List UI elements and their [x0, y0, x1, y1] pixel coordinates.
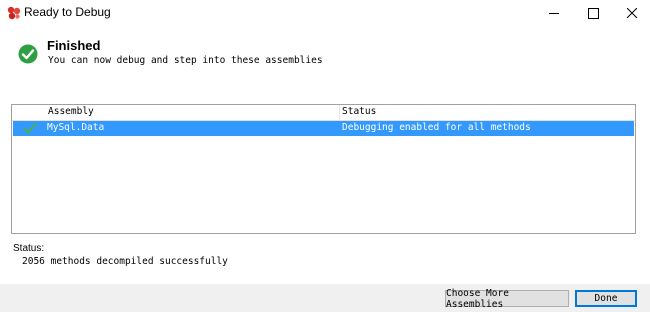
title-bar: Ready to Debug: [0, 0, 650, 26]
list-header: Assembly Status: [12, 105, 635, 121]
footer-bar: Choose More Assemblies Done: [0, 284, 650, 312]
status-text: 2056 methods decompiled successfully: [22, 256, 228, 267]
window-title: Ready to Debug: [24, 5, 111, 19]
status-label: Status:: [13, 243, 45, 254]
assembly-name: MySql.Data: [47, 122, 105, 133]
close-icon: [627, 8, 637, 18]
done-button[interactable]: Done: [575, 290, 637, 307]
column-header-status[interactable]: Status: [342, 106, 376, 117]
page-title: Finished: [47, 38, 101, 53]
minimize-icon: [549, 12, 559, 14]
page-subtitle: You can now debug and step into these as…: [48, 55, 323, 66]
close-button[interactable]: [609, 0, 650, 26]
column-separator: [339, 105, 340, 120]
assembly-status: Debugging enabled for all methods: [342, 122, 531, 133]
maximize-icon: [587, 7, 599, 19]
success-check-icon: [18, 44, 38, 64]
assemblies-list[interactable]: Assembly Status MySql.Data Debugging ena…: [11, 104, 636, 234]
choose-more-assemblies-button[interactable]: Choose More Assemblies: [445, 288, 569, 310]
checkmark-icon: [23, 122, 37, 134]
column-header-assembly[interactable]: Assembly: [48, 106, 94, 117]
list-item[interactable]: MySql.Data Debugging enabled for all met…: [13, 121, 634, 136]
app-logo-icon: [7, 6, 21, 20]
